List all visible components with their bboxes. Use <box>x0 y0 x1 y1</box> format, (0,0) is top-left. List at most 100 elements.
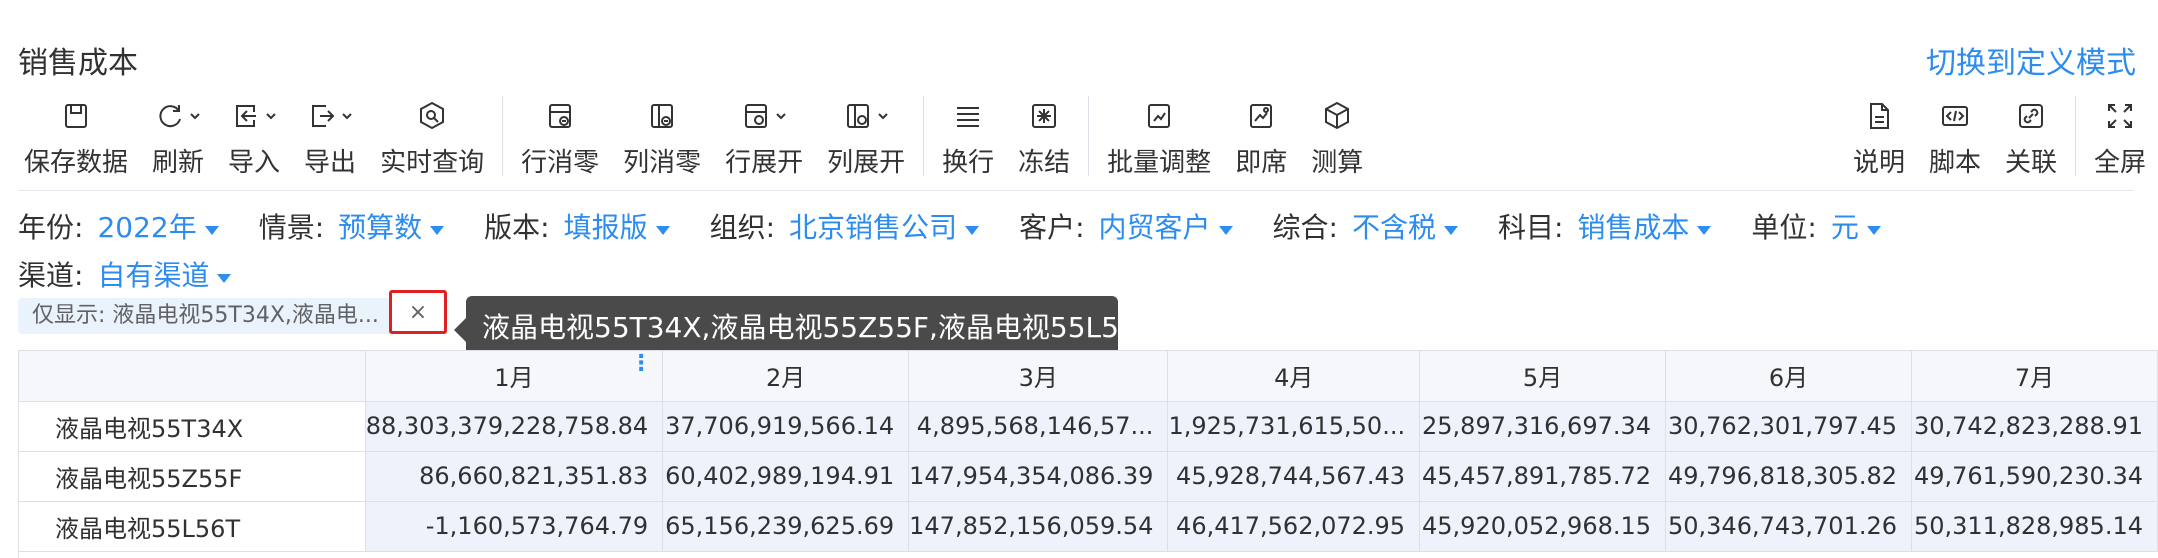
data-cell[interactable]: 46,417,562,072.95 <box>1167 501 1421 552</box>
tool-freeze[interactable]: 冻结 <box>1006 96 1082 184</box>
filter-dropdown[interactable]: 内贸客户 <box>1099 204 1211 252</box>
tool-save[interactable]: 保存数据 <box>12 96 140 184</box>
tool-label: 行展开 <box>725 148 804 178</box>
caret-down-icon[interactable] <box>655 225 670 235</box>
filter-dropdown[interactable]: 填报版 <box>564 204 648 252</box>
column-header[interactable]: 7月 <box>1911 351 2158 402</box>
batch-adjust-icon-wrap <box>1143 96 1175 136</box>
data-cell[interactable]: 25,897,316,697.34 <box>1419 401 1667 452</box>
save-icon <box>65 104 87 128</box>
toolbar: 保存数据 刷新 导入 导出 实时查询 行消零 列消零 行展开 列展开 换行 冻结 批量调整 即席 测算 说明… <box>12 96 2158 184</box>
col-expand-icon-wrap <box>842 96 890 136</box>
data-cell[interactable]: 30,742,823,288.91 <box>1911 401 2158 452</box>
column-header[interactable]: 6月 <box>1665 351 1913 402</box>
filter-item: 情景: 预算数 <box>259 204 445 252</box>
row-header: 液晶电视55L56T <box>19 501 366 552</box>
tool-refresh[interactable]: 刷新 <box>140 96 216 184</box>
data-grid: 1月 ⋮ 2月 3月 4月 5月 6月 7月液晶电视55T34X 88,303,379,228,… <box>18 350 2158 558</box>
tool-import[interactable]: 导入 <box>216 96 292 184</box>
save-icon-wrap <box>60 96 92 136</box>
tool-label: 关联 <box>2004 148 2057 178</box>
tool-realtime-query[interactable]: 实时查询 <box>368 96 496 184</box>
filter-label: 渠道: <box>18 259 84 292</box>
filter-dropdown[interactable]: 元 <box>1831 204 1859 252</box>
tool-document[interactable]: 说明 <box>1841 96 1917 184</box>
tool-fullscreen[interactable]: 全屏 <box>2082 96 2158 184</box>
data-cell[interactable]: 147,954,354,086.39 <box>908 451 1169 502</box>
filter-dropdown[interactable]: 自有渠道 <box>97 252 209 300</box>
data-cell[interactable]: 1,925,731,615,50... <box>1167 401 1421 452</box>
tool-adhoc[interactable]: 即席 <box>1223 96 1299 184</box>
link-icon <box>2018 104 2043 128</box>
data-cell[interactable]: 45,457,891,785.72 <box>1419 451 1667 502</box>
adhoc-icon-wrap <box>1245 96 1277 136</box>
tool-row-zero[interactable]: 行消零 <box>509 96 611 184</box>
data-cell[interactable]: 4,895,568,146,57... <box>908 401 1169 452</box>
column-header[interactable]: 4月 <box>1167 351 1421 402</box>
tool-calculate[interactable]: 测算 <box>1299 96 1375 184</box>
caret-down-icon[interactable] <box>204 225 219 235</box>
chevron-down-icon <box>776 113 786 120</box>
tool-wrap[interactable]: 换行 <box>930 96 1006 184</box>
row-expand-icon <box>745 104 768 128</box>
filter-dropdown[interactable]: 北京销售公司 <box>789 204 957 252</box>
filter-tag-close-button[interactable]: × <box>389 290 447 334</box>
calculate-icon-wrap <box>1321 96 1353 136</box>
refresh-icon <box>159 105 181 128</box>
filter-tag: 仅显示: 液晶电视55T34X,液晶电... <box>18 298 410 334</box>
filter-item: 年份: 2022年 <box>18 204 219 252</box>
filter-dropdown[interactable]: 2022年 <box>97 204 196 252</box>
row-header: 液晶电视55T34X <box>19 401 366 452</box>
more-vertical-icon[interactable]: ⋮ <box>630 353 652 375</box>
realtime-query-icon <box>420 101 445 130</box>
caret-down-icon[interactable] <box>430 225 445 235</box>
filter-label: 版本: <box>484 211 550 244</box>
column-header[interactable]: 5月 <box>1419 351 1667 402</box>
data-cell[interactable]: 147,852,156,059.54 <box>908 501 1169 552</box>
caret-down-icon[interactable] <box>965 225 980 235</box>
column-header-label: 7月 <box>2014 364 2055 393</box>
caret-down-icon[interactable] <box>1443 225 1458 235</box>
data-cell[interactable]: 37,706,919,566.14 <box>662 401 910 452</box>
tool-label: 列展开 <box>827 148 906 178</box>
data-cell[interactable]: 45,928,744,567.43 <box>1167 451 1421 502</box>
data-cell[interactable]: 88,303,379,228,758.84 <box>365 401 664 452</box>
filter-item: 客户: 内贸客户 <box>1019 204 1233 252</box>
tool-col-zero[interactable]: 列消零 <box>611 96 713 184</box>
filter-item: 综合: 不含税 <box>1273 204 1458 252</box>
data-cell[interactable]: 65,156,239,625.69 <box>662 501 910 552</box>
data-cell[interactable]: 50,311,828,985.14 <box>1911 501 2158 552</box>
data-cell[interactable]: 86,660,821,351.83 <box>365 451 664 502</box>
caret-down-icon[interactable] <box>217 273 232 283</box>
column-header[interactable]: 1月 ⋮ <box>365 351 664 402</box>
column-header[interactable]: 3月 <box>908 351 1169 402</box>
data-cell[interactable]: 49,761,590,230.34 <box>1911 451 2158 502</box>
column-header-label: 5月 <box>1522 364 1563 393</box>
tool-label: 换行 <box>942 148 995 178</box>
data-cell[interactable]: 60,402,989,194.91 <box>662 451 910 502</box>
switch-to-define-mode-link[interactable]: 切换到定义模式 <box>1926 38 2136 82</box>
data-cell[interactable]: -1,160,573,764.79 <box>365 501 664 552</box>
table-row: 液晶电视55L56T -1,160,573,764.79 65,156,239,62… <box>19 501 2158 552</box>
data-cell[interactable]: 49,796,818,305.82 <box>1665 451 1913 502</box>
filter-label: 年份: <box>18 211 84 244</box>
tool-col-expand[interactable]: 列展开 <box>815 96 917 184</box>
caret-down-icon[interactable] <box>1218 225 1233 235</box>
filter-dropdown[interactable]: 不含税 <box>1352 204 1436 252</box>
caret-down-icon[interactable] <box>1866 225 1881 235</box>
tool-link[interactable]: 关联 <box>1993 96 2069 184</box>
data-cell[interactable]: 30,762,301,797.45 <box>1665 401 1913 452</box>
filter-dropdown[interactable]: 预算数 <box>338 204 422 252</box>
script-icon <box>1941 106 1968 126</box>
tool-row-expand[interactable]: 行展开 <box>713 96 815 184</box>
tool-batch-adjust[interactable]: 批量调整 <box>1095 96 1223 184</box>
data-cell[interactable]: 45,920,052,968.15 <box>1419 501 1667 552</box>
column-header[interactable]: 2月 <box>662 351 910 402</box>
data-cell[interactable]: 50,346,743,701.26 <box>1665 501 1913 552</box>
tool-script[interactable]: 脚本 <box>1917 96 1993 184</box>
tool-label: 冻结 <box>1018 148 1071 178</box>
filter-dropdown[interactable]: 销售成本 <box>1577 204 1689 252</box>
export-icon-wrap <box>306 96 354 136</box>
tool-export[interactable]: 导出 <box>292 96 368 184</box>
caret-down-icon[interactable] <box>1697 225 1712 235</box>
